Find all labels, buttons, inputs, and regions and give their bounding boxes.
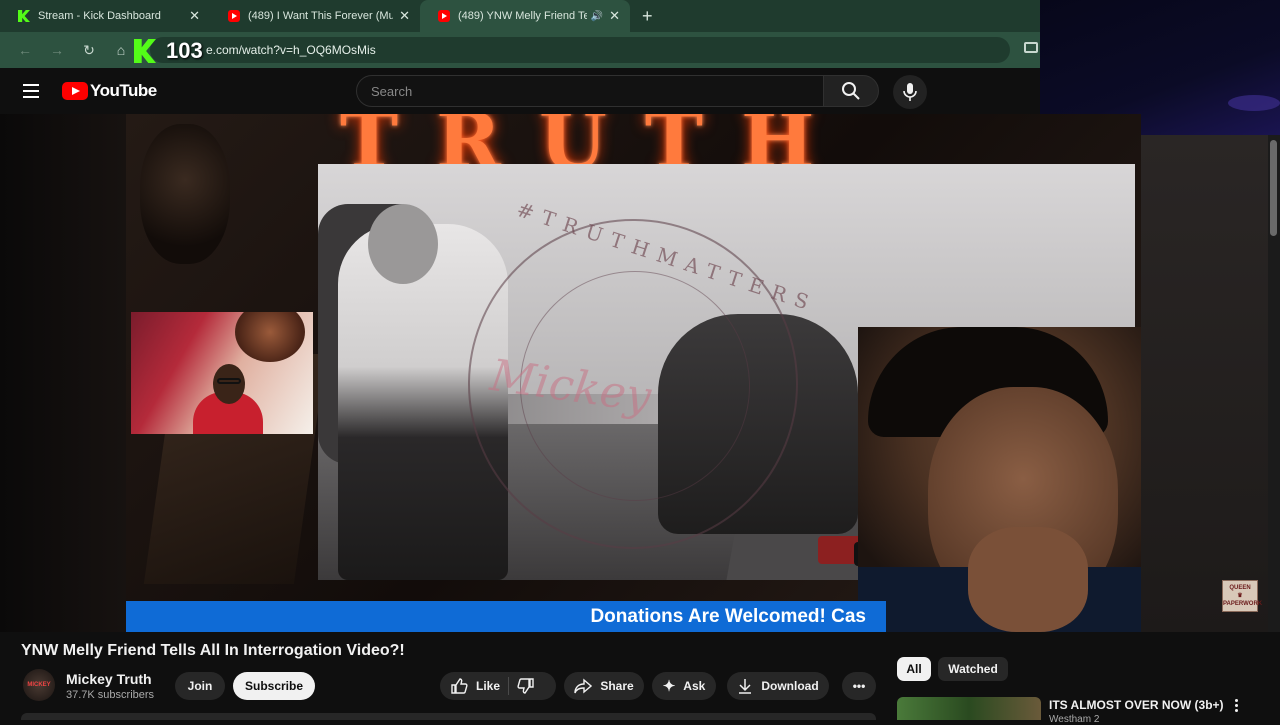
footage-officer-head — [368, 204, 438, 284]
chip-all[interactable]: All — [897, 657, 931, 681]
tab-title: (489) YNW Melly Friend Tell — [458, 10, 587, 22]
channel-avatar[interactable]: MICKEY — [23, 669, 55, 701]
new-tab-icon[interactable]: + — [642, 6, 653, 27]
sparkle-icon: ✦ — [662, 678, 676, 695]
join-button[interactable]: Join — [175, 672, 225, 700]
share-label: Share — [600, 679, 634, 693]
queen-paperwork-logo: QUEEN ♛ PAPERWORK — [1222, 580, 1262, 612]
close-icon[interactable]: ✕ — [189, 8, 200, 24]
cast-icon[interactable] — [1024, 42, 1038, 53]
forward-icon[interactable]: → — [44, 42, 70, 58]
tab-title: (489) I Want This Forever (Musi — [248, 10, 394, 22]
webcam-host-glasses — [217, 378, 241, 384]
tab-title: Stream - Kick Dashboard — [38, 10, 161, 22]
kick-icon — [18, 10, 30, 22]
channel-name[interactable]: Mickey Truth — [66, 671, 152, 687]
youtube-wordmark: YouTube — [90, 81, 157, 100]
home-icon[interactable]: ⌂ — [108, 42, 134, 58]
search-button[interactable] — [823, 75, 879, 107]
viewer-count: 103 — [166, 38, 203, 63]
video-title: YNW Melly Friend Tells All In Interrogat… — [21, 642, 405, 659]
ask-button[interactable]: ✦ Ask — [652, 672, 716, 700]
webcam-background-face — [235, 312, 305, 362]
share-button[interactable]: Share — [564, 672, 644, 700]
url-field[interactable]: e.com/watch?v=h_OQ6MOsMis — [150, 37, 1010, 63]
tab-youtube-video[interactable]: (489) YNW Melly Friend Tell 🔊 ✕ — [420, 0, 630, 32]
kick-logo-icon — [134, 39, 156, 63]
download-icon — [739, 679, 752, 694]
like-button[interactable]: Like — [476, 679, 500, 693]
kick-viewer-overlay: 103 — [134, 38, 203, 64]
youtube-logo[interactable]: YouTube — [62, 81, 157, 101]
like-dislike-group: Like — [440, 672, 556, 700]
download-button[interactable]: Download — [727, 672, 829, 700]
overlay-glow — [1228, 95, 1280, 111]
video-letterbox — [0, 114, 126, 632]
video-right-edge — [1141, 135, 1280, 632]
host-webcam — [131, 312, 313, 434]
tab-youtube-music[interactable]: (489) I Want This Forever (Musi ✕ — [210, 0, 420, 32]
ask-label: Ask — [683, 679, 706, 693]
more-icon: ••• — [852, 679, 866, 693]
youtube-play-icon — [62, 82, 88, 100]
menu-icon[interactable] — [23, 84, 39, 98]
portrait-hand — [968, 527, 1088, 632]
speaker-icon[interactable]: 🔊 — [591, 11, 603, 22]
like-separator — [508, 677, 510, 695]
url-text: e.com/watch?v=h_OQ6MOsMis — [206, 43, 376, 57]
like-icon[interactable] — [450, 677, 468, 695]
recommendation-title[interactable]: ITS ALMOST OVER NOW (3b+) — [1049, 698, 1224, 712]
background-person — [140, 124, 230, 264]
donation-text: Donations Are Welcomed! Cas — [590, 605, 866, 627]
dislike-icon[interactable] — [517, 677, 535, 695]
search-icon — [842, 82, 860, 100]
recommendation-thumbnail[interactable] — [897, 697, 1041, 720]
close-icon[interactable]: ✕ — [609, 8, 620, 24]
tab-kick-dashboard[interactable]: Stream - Kick Dashboard ✕ — [0, 0, 210, 32]
close-icon[interactable]: ✕ — [399, 8, 410, 24]
scrollbar-thumb[interactable] — [1270, 140, 1277, 236]
browser-tab-bar: Stream - Kick Dashboard ✕ (489) I Want T… — [0, 0, 1040, 32]
inset-portrait — [858, 327, 1141, 632]
video-player[interactable]: TRUTH #TRUTHMATTERS Mickey Donations Are… — [0, 114, 1141, 632]
download-label: Download — [761, 679, 819, 693]
youtube-icon — [438, 10, 450, 22]
share-icon — [574, 678, 593, 694]
channel-watermark: #TRUTHMATTERS Mickey — [468, 197, 820, 549]
search-placeholder: Search — [371, 83, 413, 99]
more-actions-button[interactable]: ••• — [842, 672, 876, 700]
subscribe-button[interactable]: Subscribe — [233, 672, 315, 700]
search-input[interactable]: Search — [356, 75, 824, 107]
chip-watched[interactable]: Watched — [938, 657, 1008, 681]
microphone-icon — [903, 83, 917, 101]
voice-search-button[interactable] — [893, 75, 927, 109]
reload-icon[interactable]: ↻ — [76, 42, 102, 59]
back-icon[interactable]: ← — [12, 42, 38, 58]
youtube-icon — [228, 10, 240, 22]
youtube-header: YouTube Search — [0, 68, 1040, 114]
description-box[interactable] — [21, 713, 876, 720]
subscriber-count: 37.7K subscribers — [66, 689, 155, 701]
recommendation-menu-icon[interactable] — [1235, 699, 1239, 714]
donation-banner: Donations Are Welcomed! Cas — [126, 601, 886, 632]
webcam-host-head — [213, 364, 245, 404]
